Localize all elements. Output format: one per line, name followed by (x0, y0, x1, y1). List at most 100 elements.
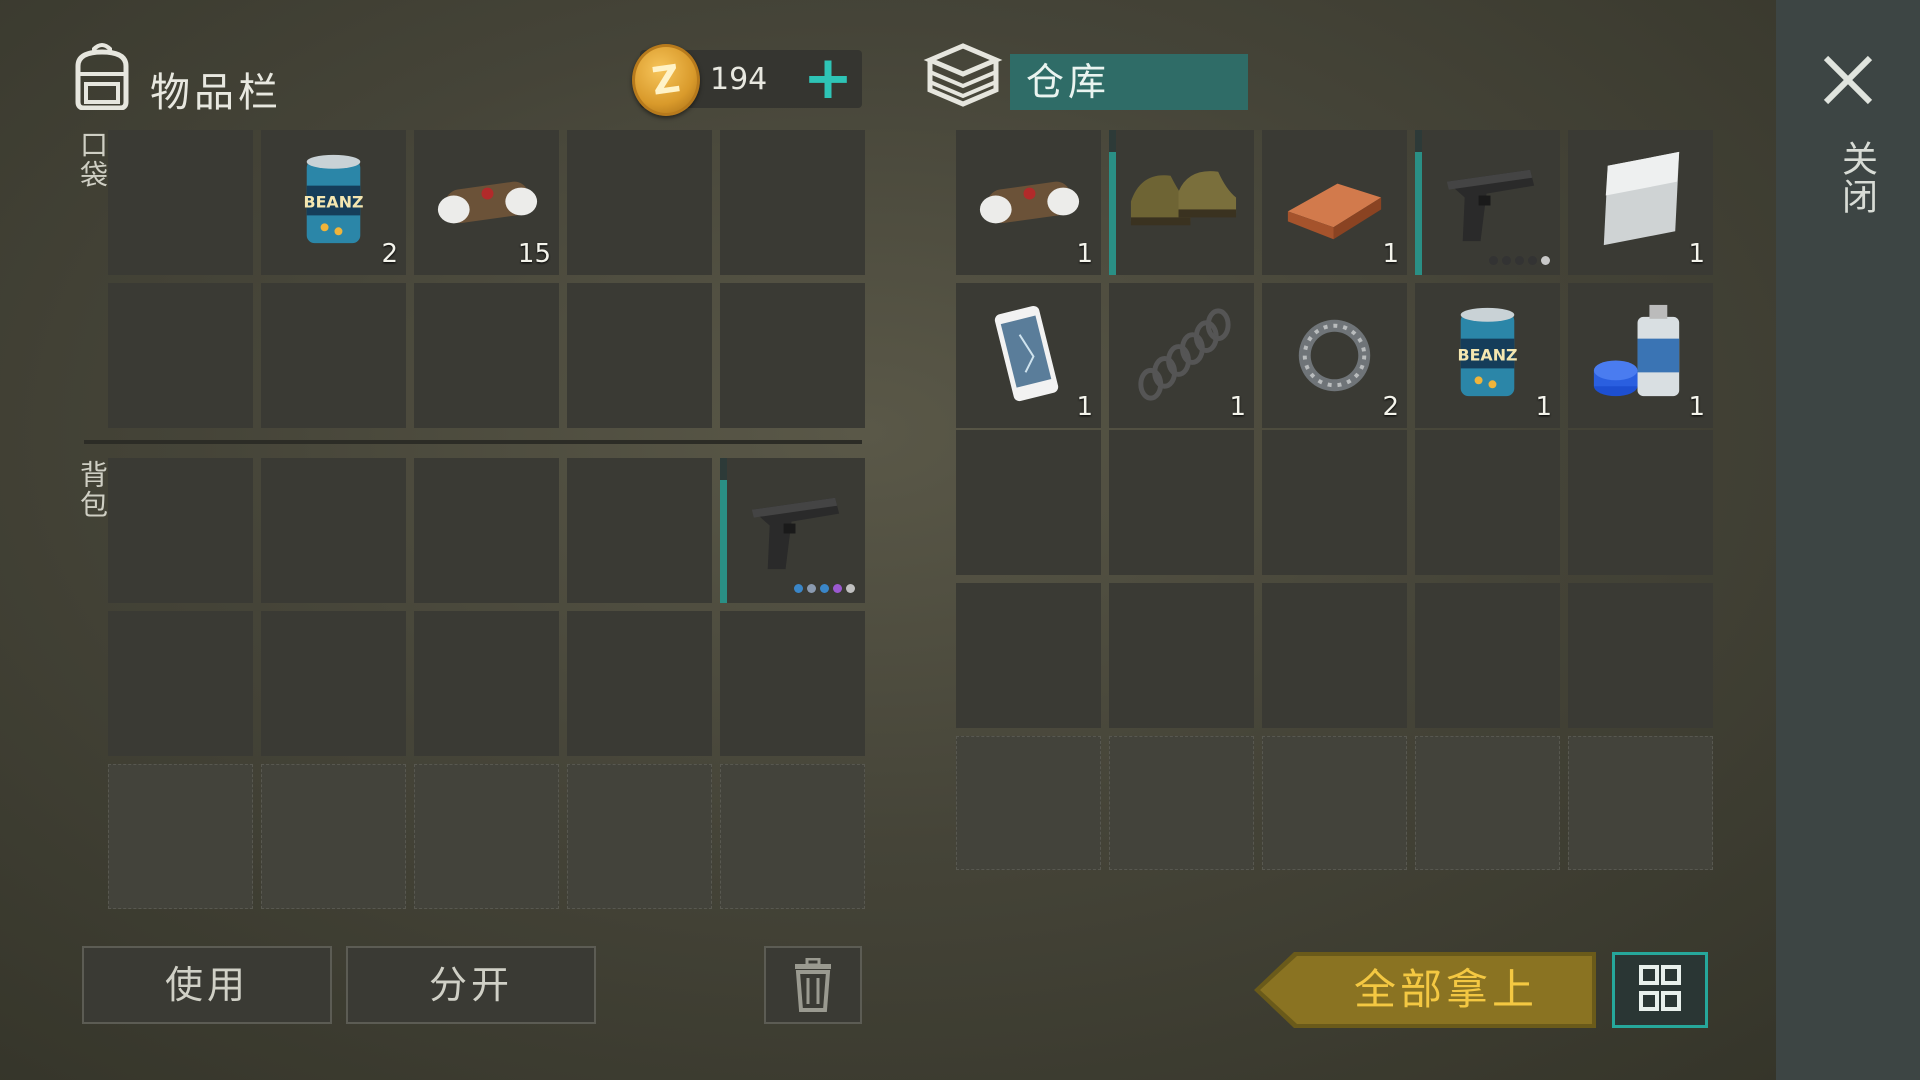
storage-slot[interactable] (1109, 430, 1254, 575)
backpack-label: 背包 (76, 460, 109, 520)
storage-tab[interactable]: 仓库 (1010, 54, 1248, 110)
storage-slot[interactable] (1262, 583, 1407, 728)
item-quantity: 2 (1382, 392, 1399, 422)
item-quantity: 1 (1076, 392, 1093, 422)
storage-slot[interactable]: 1 (1109, 283, 1254, 428)
item-quantity: 15 (517, 239, 551, 269)
pocket-slot[interactable] (261, 283, 406, 428)
storage-box-icon (923, 43, 1003, 107)
pocket-slot[interactable] (414, 283, 559, 428)
coin-icon (632, 44, 700, 116)
storage-slot[interactable] (1568, 430, 1713, 575)
storage-slot[interactable] (956, 430, 1101, 575)
backpack-grid (108, 458, 865, 756)
pocket-slot[interactable] (108, 130, 253, 275)
add-coins-button[interactable]: + (800, 48, 856, 108)
trash-icon (795, 957, 831, 1012)
backpack-slot[interactable] (261, 458, 406, 603)
close-icon[interactable] (1820, 52, 1876, 108)
pistol-icon (1446, 169, 1535, 242)
bandage-icon (979, 181, 1080, 224)
svg-text:BEANZ: BEANZ (1458, 345, 1518, 364)
pistol-icon (751, 497, 840, 570)
backpack-slot[interactable] (720, 611, 865, 756)
storage-slot[interactable] (1109, 583, 1254, 728)
copper-bar-icon (1287, 183, 1382, 240)
item-quantity: 1 (1382, 239, 1399, 269)
backpack-slot[interactable] (108, 611, 253, 756)
beans-can-icon: BEANZ (1458, 307, 1518, 397)
backpack-slot[interactable] (261, 611, 406, 756)
storage-slot[interactable]: 2 (1262, 283, 1407, 428)
take-all-label[interactable]: 全部拿上 (1296, 950, 1596, 1030)
pocket-slot[interactable] (567, 283, 712, 428)
storage-slot[interactable]: BEANZ 1 (1415, 283, 1560, 428)
trash-button[interactable] (764, 946, 862, 1024)
durability-bar (1109, 130, 1116, 275)
storage-slot[interactable]: 1 (956, 130, 1101, 275)
backpack-slot[interactable] (108, 458, 253, 603)
storage-grid: 1 1 1 1 1 2 BEANZ 1 1 (956, 130, 1713, 428)
storage-slot[interactable] (1415, 583, 1560, 728)
spray-paint-icon (1593, 304, 1680, 397)
locked-slot (1262, 736, 1407, 870)
backpack-slot[interactable] (720, 458, 865, 603)
bearing-icon (1298, 319, 1371, 392)
item-quantity: 1 (1688, 392, 1705, 422)
boots-icon (1130, 171, 1237, 226)
locked-slot (956, 736, 1101, 870)
close-label[interactable]: 关闭 (1830, 140, 1882, 216)
beans-can-icon: BEANZ (304, 154, 364, 244)
storage-slot[interactable] (956, 583, 1101, 728)
grid-sort-icon (1639, 965, 1681, 1011)
backpack-icon (75, 43, 129, 110)
rarity-dots (1489, 256, 1550, 265)
rarity-dots (794, 584, 855, 593)
locked-slot (1109, 736, 1254, 870)
pocket-grid: BEANZ 2 15 (108, 130, 865, 428)
item-quantity: 2 (381, 239, 398, 269)
pocket-label: 口袋 (76, 130, 109, 190)
spring-icon (1138, 308, 1231, 401)
item-quantity: 1 (1688, 239, 1705, 269)
pocket-slot[interactable]: 15 (414, 130, 559, 275)
backpack-slot[interactable] (567, 611, 712, 756)
locked-slot (414, 764, 559, 909)
storage-slot[interactable]: 1 (956, 283, 1101, 428)
backpack-slot[interactable] (414, 611, 559, 756)
storage-slot[interactable]: 1 (1568, 283, 1713, 428)
item-quantity: 1 (1535, 392, 1552, 422)
pocket-slot[interactable] (720, 283, 865, 428)
coin-count: 194 (710, 62, 768, 97)
pocket-slot[interactable] (720, 130, 865, 275)
item-quantity: 1 (1229, 392, 1246, 422)
storage-empty-rows (956, 430, 1713, 870)
storage-slot[interactable] (1415, 130, 1560, 275)
backpack-slot[interactable] (414, 458, 559, 603)
locked-slot (1415, 736, 1560, 870)
section-divider (84, 440, 862, 444)
backpack-locked-row (108, 764, 865, 909)
storage-slot[interactable] (1262, 430, 1407, 575)
storage-slot[interactable] (1109, 130, 1254, 275)
storage-slot[interactable]: 1 (1262, 130, 1407, 275)
inventory-title: 物品栏 (150, 70, 282, 116)
storage-slot[interactable]: 1 (1568, 130, 1713, 275)
use-button[interactable]: 使用 (82, 946, 332, 1024)
split-button[interactable]: 分开 (346, 946, 596, 1024)
storage-slot[interactable] (1568, 583, 1713, 728)
durability-bar (720, 458, 727, 603)
backpack-slot[interactable] (567, 458, 712, 603)
storage-slot[interactable] (1415, 430, 1560, 575)
durability-bar (1415, 130, 1422, 275)
svg-text:BEANZ: BEANZ (304, 192, 364, 211)
pocket-slot[interactable] (567, 130, 712, 275)
locked-slot (567, 764, 712, 909)
metal-sheet-icon (1603, 151, 1680, 246)
item-quantity: 1 (1076, 239, 1093, 269)
locked-slot (720, 764, 865, 909)
pocket-slot[interactable] (108, 283, 253, 428)
pocket-slot[interactable]: BEANZ 2 (261, 130, 406, 275)
sort-button[interactable] (1612, 952, 1708, 1028)
locked-slot (108, 764, 253, 909)
